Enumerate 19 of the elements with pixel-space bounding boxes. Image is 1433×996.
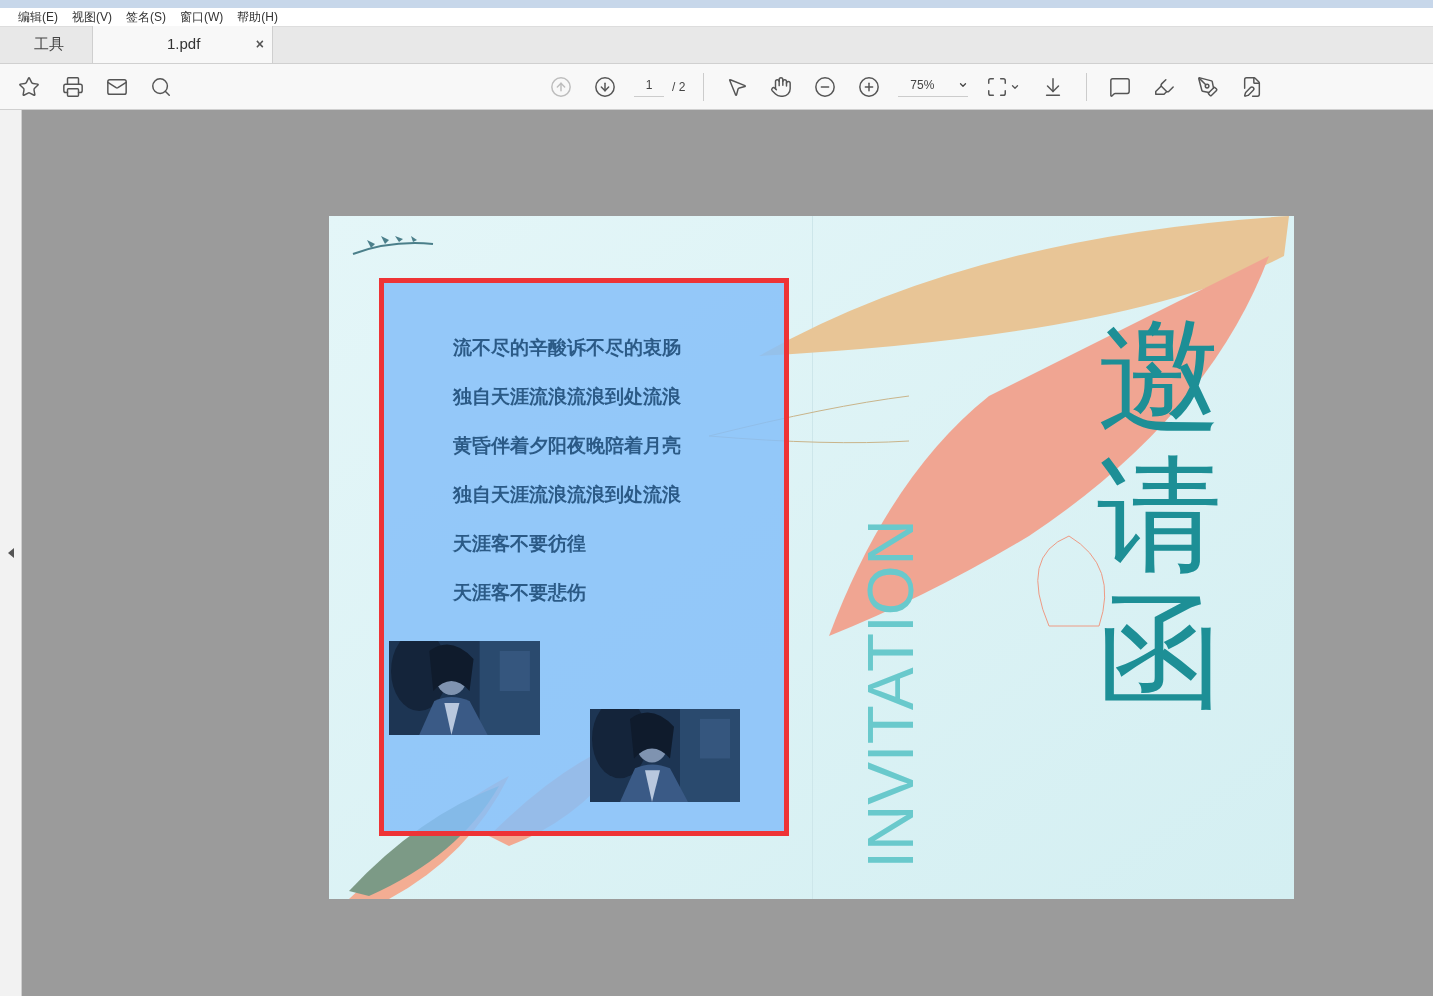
poem-line: 天涯客不要彷徨 (453, 532, 587, 556)
invitation-heading: INVITATION (856, 519, 926, 869)
menu-item[interactable]: 视图(V) (72, 8, 112, 26)
tab[interactable]: 1.pdf × (92, 26, 273, 63)
menu-item[interactable]: 窗口(W) (180, 8, 224, 26)
poem-line: 黄昏伴着夕阳夜晚陪着月亮 (453, 434, 681, 458)
invitation-title: 邀请函 (1097, 308, 1222, 721)
menu-item[interactable]: 编辑(E) (18, 8, 58, 26)
poem-line: 独自天涯流浪流浪到处流浪 (453, 483, 681, 507)
zoom-field[interactable]: 75% (898, 76, 969, 97)
tab[interactable]: 工具 (0, 26, 92, 63)
menu-item[interactable]: 签名(S) (126, 8, 166, 26)
menu-item[interactable]: 帮助(H) (237, 8, 278, 26)
poem-line: 流不尽的辛酸诉不尽的衷肠 (453, 336, 681, 360)
page-field[interactable]: 1 (634, 76, 664, 97)
poem-line: 天涯客不要悲伤 (453, 581, 587, 605)
close-icon[interactable]: × (255, 34, 264, 55)
page-total: / 2 (672, 78, 686, 96)
poem-line: 独自天涯流浪流浪到处流浪 (453, 385, 681, 409)
